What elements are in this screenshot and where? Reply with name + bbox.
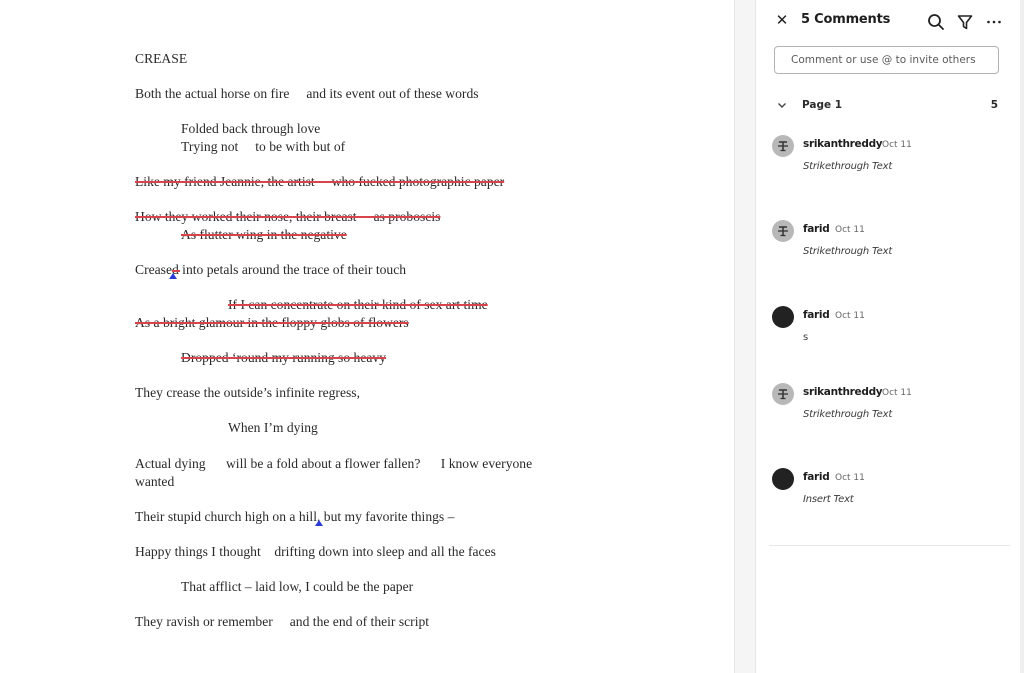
poem-line-strikethrough[interactable]: If I can concentrate on their kind of se… (228, 297, 488, 313)
poem-line: That afflict – laid low, I could be the … (181, 579, 414, 594)
poem-line-strikethrough[interactable]: How they worked their nose, their breast… (135, 209, 440, 225)
poem-line: Trying not to be with but of (181, 139, 346, 154)
search-icon[interactable] (926, 12, 946, 32)
poem-line-strikethrough[interactable]: Like my friend Jeannie, the artist who f… (135, 174, 504, 190)
comment-author: srikanthreddy (803, 386, 883, 398)
user-avatar (772, 306, 794, 328)
comments-panel-header: ✕ 5 Comments (756, 0, 1020, 44)
comment-body: Strikethrough Text (803, 161, 893, 172)
more-options-icon[interactable] (984, 12, 1004, 32)
poem-line: Happy things I thought drifting down int… (135, 544, 496, 559)
strikethrough-icon (772, 220, 794, 242)
comment-date: Oct 11 (835, 473, 865, 483)
comment-item[interactable]: farid Oct 11 Insert Text (756, 468, 1020, 528)
poem-line-strikethrough[interactable]: As a bright glamour in the floppy globs … (135, 315, 409, 331)
poem-line-strikethrough[interactable]: Dropped ‘round my running so heavy (181, 350, 386, 366)
poem-line: They crease the outside’s infinite regre… (135, 385, 360, 400)
comment-body: s (803, 332, 809, 343)
poem-line-strikethrough[interactable]: As flutter wing in the negative (181, 227, 347, 243)
comment-date: Oct 11 (882, 388, 912, 398)
comment-item[interactable]: srikanthreddy Oct 11 Strikethrough Text (756, 135, 1020, 195)
filter-icon[interactable] (955, 12, 975, 32)
comment-item[interactable]: farid Oct 11 Strikethrough Text (756, 220, 1020, 280)
page-group-label: Page 1 (802, 99, 843, 111)
poem-line: Actual dying will be a fold about a flow… (135, 456, 533, 471)
comments-panel: ✕ 5 Comments Page 1 5 srikanthreddy Oct … (756, 0, 1020, 673)
comment-date: Oct 11 (882, 140, 912, 150)
comment-date: Oct 11 (835, 311, 865, 321)
comment-date: Oct 11 (835, 225, 865, 235)
comment-body: Strikethrough Text (803, 409, 893, 420)
close-icon[interactable]: ✕ (774, 12, 790, 30)
page-group-count: 5 (990, 99, 998, 111)
comment-item[interactable]: farid Oct 11 s (756, 306, 1020, 366)
comment-author: srikanthreddy (803, 138, 883, 150)
comment-author: farid (803, 223, 830, 235)
poem-line: Their stupid church high on a hill, but … (135, 509, 455, 524)
document-page: CREASE Both the actual horse on fire and… (0, 0, 734, 673)
poem-title: CREASE (135, 51, 188, 66)
user-avatar (772, 468, 794, 490)
insert-caret-icon[interactable] (315, 520, 323, 526)
comment-item[interactable]: srikanthreddy Oct 11 Strikethrough Text (756, 383, 1020, 443)
chevron-down-icon[interactable] (776, 98, 788, 110)
page-group-header[interactable]: Page 1 5 (756, 96, 1020, 116)
comment-author: farid (803, 309, 830, 321)
comments-count-title: 5 Comments (801, 12, 891, 27)
insert-caret-icon[interactable] (169, 273, 177, 279)
comment-body: Strikethrough Text (803, 246, 893, 257)
poem-line: Folded back through love (181, 121, 321, 136)
poem-line: wanted (135, 474, 175, 489)
poem-line: When I’m dying (228, 420, 318, 435)
strikethrough-icon (772, 135, 794, 157)
comment-author: farid (803, 471, 830, 483)
comment-input[interactable] (774, 46, 999, 74)
comment-body: Insert Text (803, 494, 854, 505)
panel-gutter (734, 0, 756, 673)
strikethrough-mark[interactable] (172, 270, 180, 272)
poem-line: They ravish or remember and the end of t… (135, 614, 430, 629)
divider (769, 545, 1010, 546)
scrollbar[interactable] (1020, 0, 1024, 673)
strikethrough-icon (772, 383, 794, 405)
poem-line: Both the actual horse on fire and its ev… (135, 86, 479, 101)
